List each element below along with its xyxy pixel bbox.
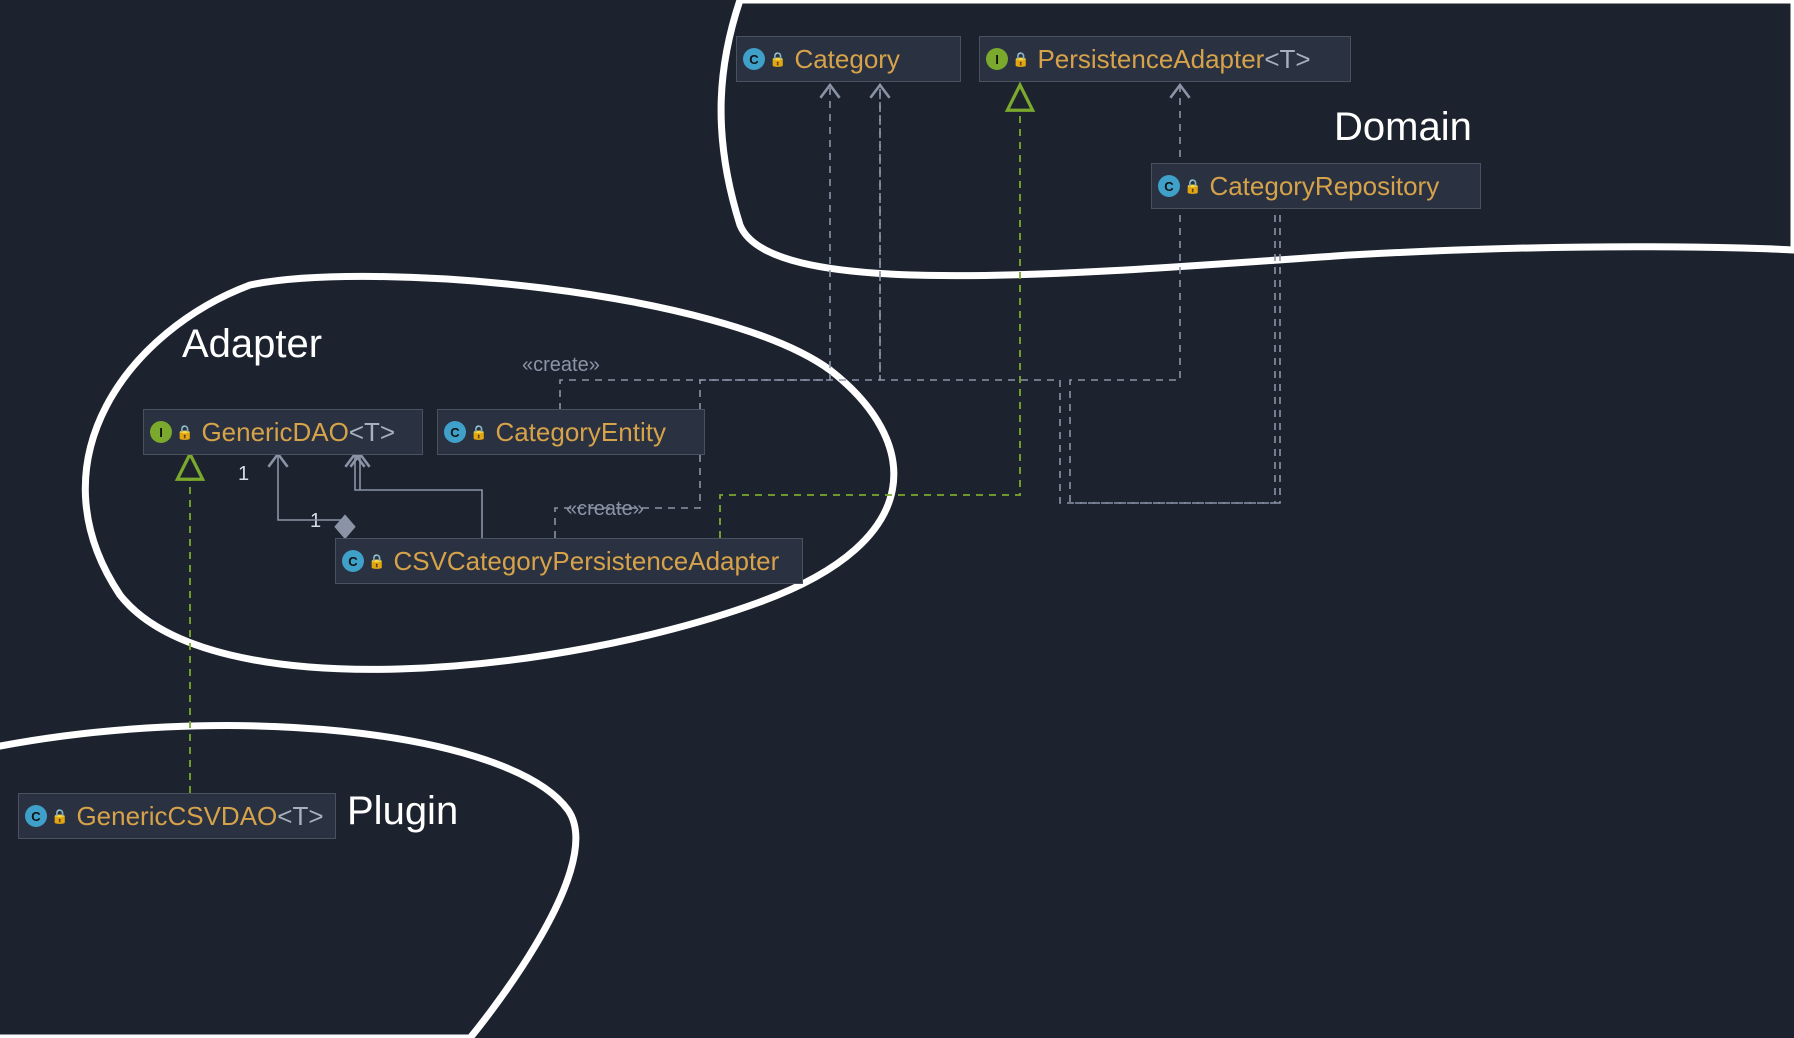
stereotype-create-2: «create» [566, 498, 644, 521]
connector-layer [0, 0, 1794, 1038]
node-generic-dao[interactable]: I 🔒 GenericDAO<T> [143, 409, 423, 455]
node-generic-csv-dao[interactable]: C 🔒 GenericCSVDAO<T> [18, 793, 336, 839]
region-label-plugin: Plugin [347, 789, 458, 834]
region-label-domain: Domain [1334, 105, 1472, 150]
node-label: GenericDAO<T> [201, 417, 395, 448]
lock-icon: 🔒 [51, 808, 68, 825]
lock-icon: 🔒 [1184, 178, 1201, 195]
class-icon: C [444, 421, 466, 443]
node-label: CategoryEntity [495, 417, 666, 448]
node-label: GenericCSVDAO<T> [76, 801, 323, 832]
blob-plugin [0, 726, 576, 1038]
multiplicity-1a: 1 [238, 463, 249, 486]
class-icon: C [1158, 175, 1180, 197]
node-label: PersistenceAdapter<T> [1037, 44, 1310, 75]
lock-icon: 🔒 [176, 424, 193, 441]
node-category-entity[interactable]: C 🔒 CategoryEntity [437, 409, 705, 455]
node-label: CategoryRepository [1209, 171, 1439, 202]
class-icon: C [342, 550, 364, 572]
node-label: Category [794, 44, 900, 75]
lock-icon: 🔒 [470, 424, 487, 441]
node-category-repository[interactable]: C 🔒 CategoryRepository [1151, 163, 1481, 209]
lock-icon: 🔒 [1012, 51, 1029, 68]
node-persistence-adapter[interactable]: I 🔒 PersistenceAdapter<T> [979, 36, 1351, 82]
node-category[interactable]: C 🔒 Category [736, 36, 961, 82]
stereotype-create-1: «create» [522, 354, 600, 377]
node-label: CSVCategoryPersistenceAdapter [393, 546, 779, 577]
multiplicity-1b: 1 [310, 510, 321, 533]
lock-icon: 🔒 [368, 553, 385, 570]
uml-diagram-canvas: Domain Adapter Plugin «create» «create» … [0, 0, 1794, 1038]
region-label-adapter: Adapter [182, 322, 322, 367]
interface-icon: I [986, 48, 1008, 70]
lock-icon: 🔒 [769, 51, 786, 68]
class-icon: C [743, 48, 765, 70]
class-icon: C [25, 805, 47, 827]
interface-icon: I [150, 421, 172, 443]
node-csv-category-persistence-adapter[interactable]: C 🔒 CSVCategoryPersistenceAdapter [335, 538, 803, 584]
